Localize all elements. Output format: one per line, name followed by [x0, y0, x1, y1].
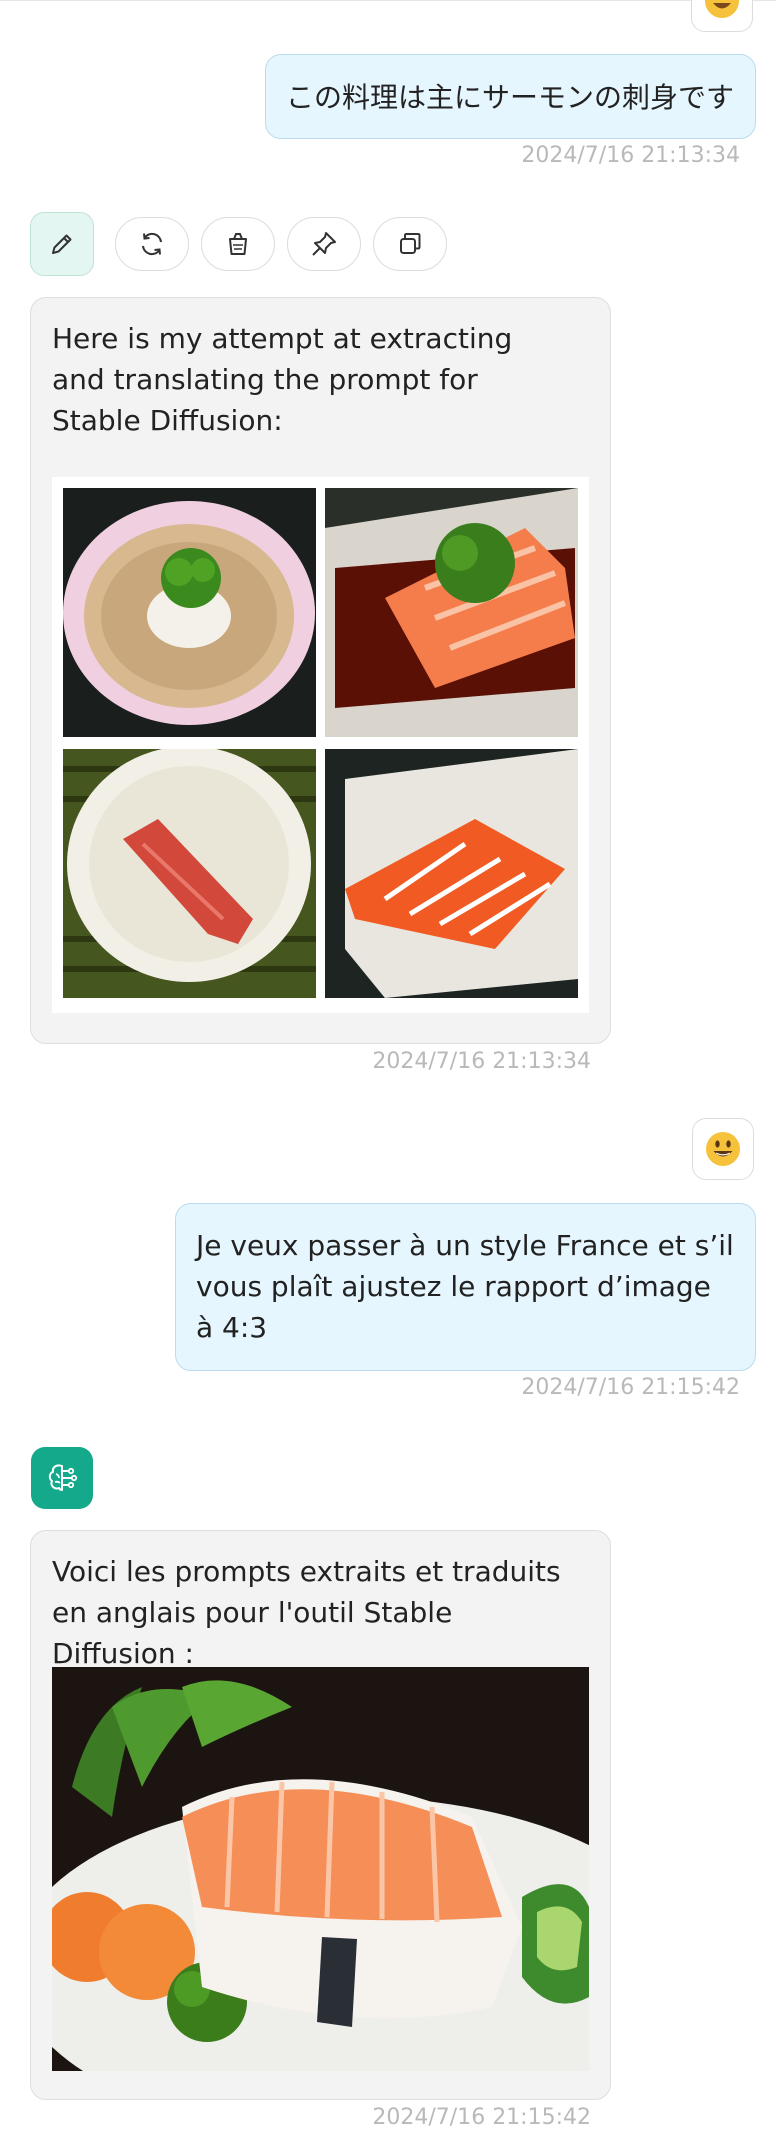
copy-icon — [400, 233, 421, 254]
delete-button[interactable] — [201, 217, 275, 271]
user-message-bubble: Je veux passer à un style France et s’il… — [175, 1203, 756, 1371]
message-text: Je veux passer à un style France et s’il… — [196, 1229, 734, 1344]
message-text: Here is my attempt at extracting and tra… — [52, 322, 513, 437]
message-timestamp: 2024/7/16 21:13:34 — [521, 143, 740, 168]
message-timestamp: 2024/7/16 21:15:42 — [521, 1375, 740, 1400]
image-tile[interactable] — [63, 488, 316, 737]
assistant-avatar — [31, 1447, 93, 1509]
user-avatar — [691, 0, 753, 32]
edit-button[interactable] — [30, 212, 94, 276]
message-text: この料理は主にサーモンの刺身です — [286, 81, 735, 114]
message-timestamp: 2024/7/16 21:13:34 — [372, 1049, 591, 1074]
copy-button[interactable] — [373, 217, 447, 271]
regenerate-button[interactable] — [115, 217, 189, 271]
sushi-image — [63, 501, 315, 725]
sushi-image — [325, 488, 578, 737]
image-tile[interactable] — [325, 749, 578, 998]
edit-icon — [52, 234, 72, 254]
generated-image[interactable] — [52, 1667, 589, 2071]
generated-image-grid[interactable] — [52, 477, 589, 1013]
sushi-image — [63, 749, 316, 998]
top-divider — [0, 0, 776, 1]
user-avatar — [692, 1118, 754, 1180]
user-message-bubble: この料理は主にサーモンの刺身です — [265, 54, 756, 139]
sushi-image — [325, 749, 578, 998]
salmon-sashimi-image — [52, 1667, 589, 2071]
pin-button[interactable] — [287, 217, 361, 271]
image-tile[interactable] — [63, 749, 316, 998]
refresh-icon — [142, 232, 162, 256]
message-text: Voici les prompts extraits et traduits e… — [52, 1555, 561, 1670]
smiley-emoji-icon — [706, 1132, 740, 1166]
pin-icon — [312, 232, 336, 256]
smiley-emoji-icon — [705, 0, 739, 18]
delete-icon — [229, 233, 247, 255]
message-timestamp: 2024/7/16 21:15:42 — [372, 2105, 591, 2130]
image-tile[interactable] — [325, 488, 578, 737]
brain-circuit-icon — [48, 1464, 78, 1491]
